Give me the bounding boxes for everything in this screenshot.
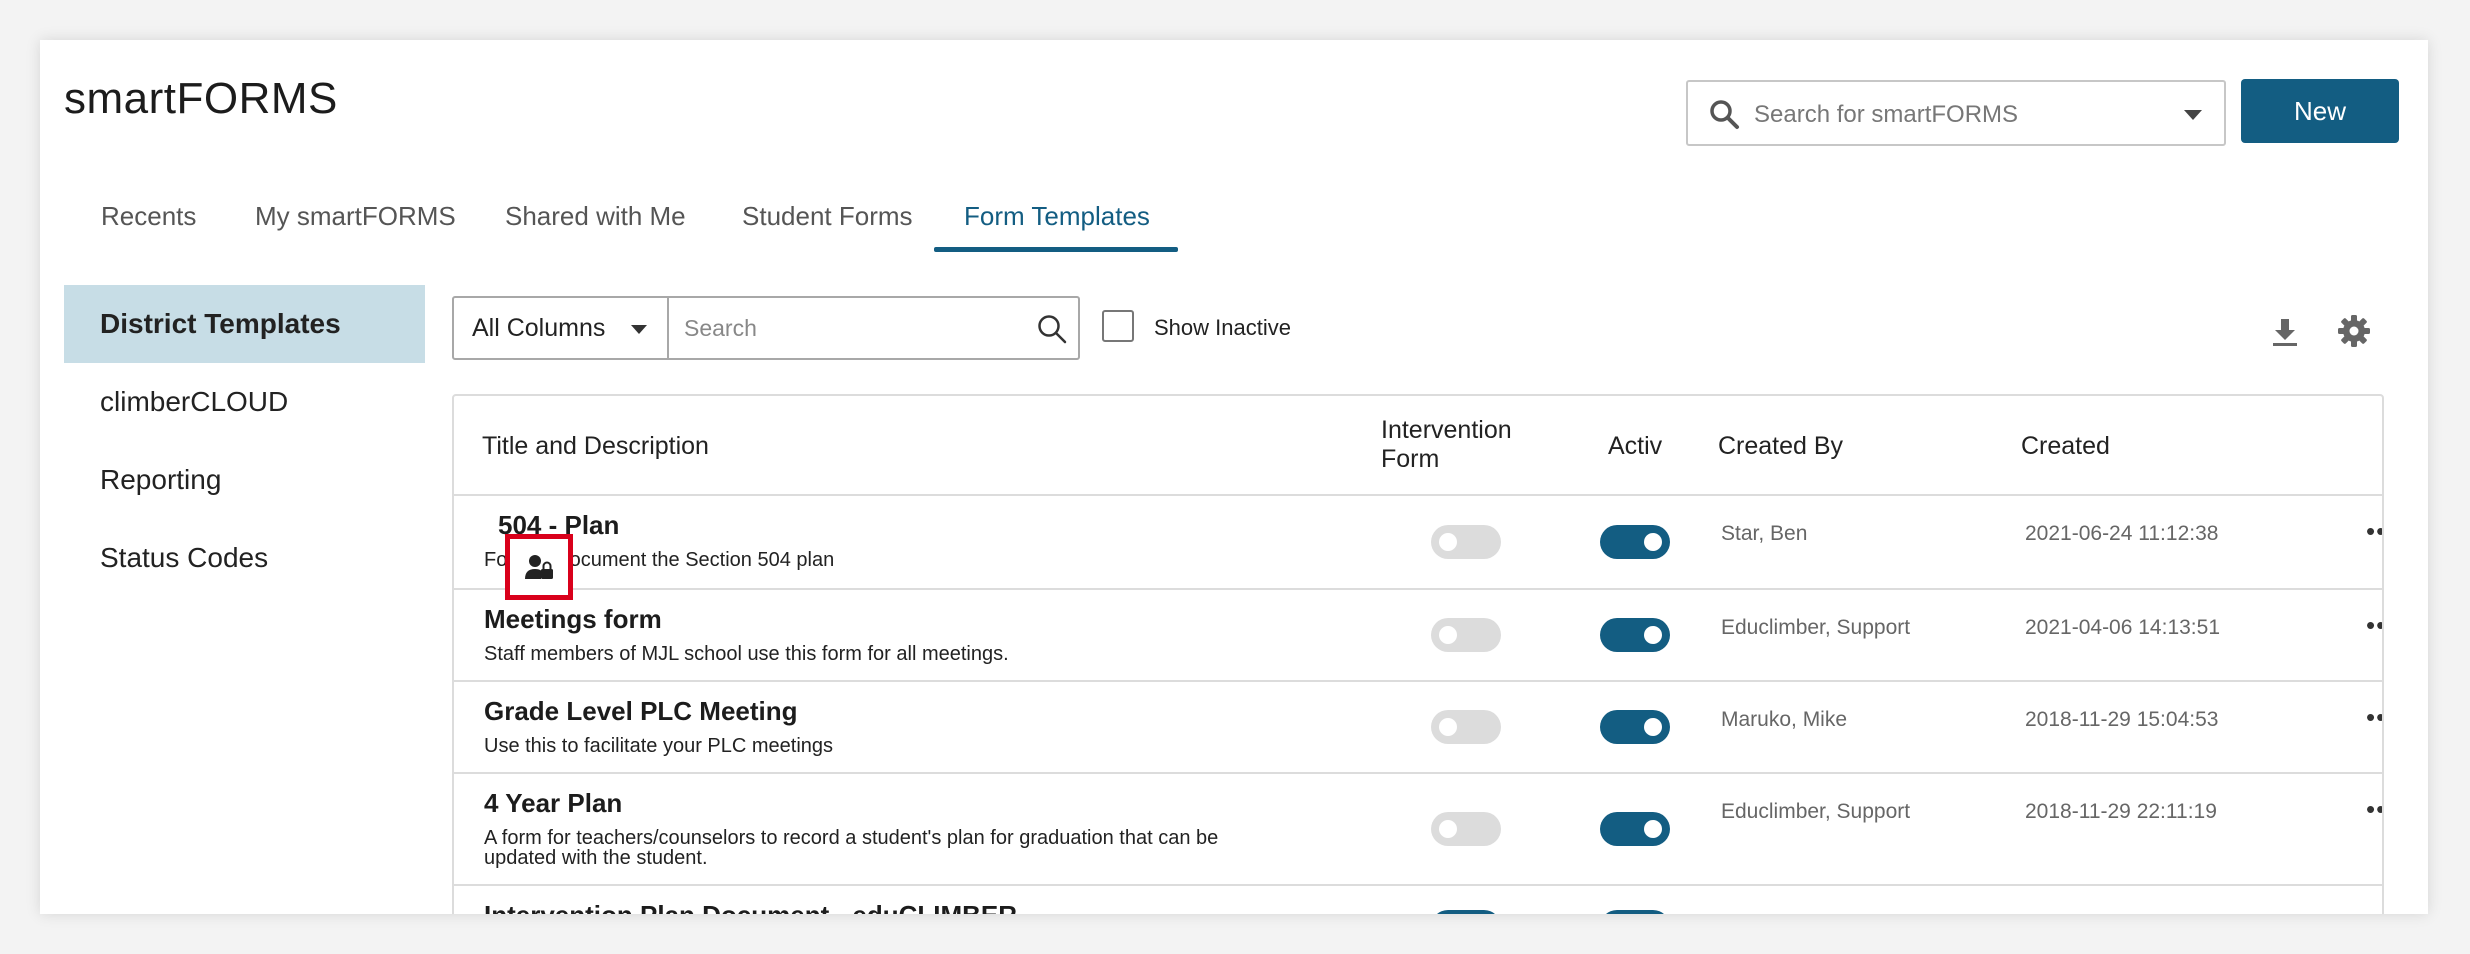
header-created-by[interactable]: Created By bbox=[1718, 432, 1843, 461]
sidebar-item-reporting[interactable]: Reporting bbox=[64, 441, 425, 519]
more-options-icon[interactable]: •••. bbox=[2366, 702, 2382, 733]
header-created[interactable]: Created bbox=[2021, 432, 2110, 461]
templates-table: Title and Description Intervention Form … bbox=[452, 394, 2384, 914]
intervention-toggle[interactable] bbox=[1431, 710, 1501, 744]
search-placeholder: Search for smartFORMS bbox=[1754, 101, 2019, 128]
intervention-toggle[interactable] bbox=[1431, 618, 1501, 652]
tab-shared-with-me[interactable]: Shared with Me bbox=[505, 196, 686, 252]
tab-form-templates[interactable]: Form Templates bbox=[934, 196, 1178, 252]
sidebar-item-district-templates[interactable]: District Templates bbox=[64, 285, 425, 363]
table-row[interactable]: Meetings form Staff members of MJL schoo… bbox=[454, 590, 2382, 682]
toggle-knob bbox=[1644, 718, 1662, 736]
table-row[interactable]: Grade Level PLC Meeting Use this to faci… bbox=[454, 682, 2382, 774]
row-title[interactable]: 4 Year Plan bbox=[484, 788, 622, 819]
toggle-knob bbox=[1439, 533, 1457, 551]
active-toggle[interactable] bbox=[1600, 618, 1670, 652]
tab-form-templates-label: Form Templates bbox=[964, 201, 1150, 231]
more-options-icon[interactable]: •••. bbox=[2366, 610, 2382, 641]
header-intervention-line2: Form bbox=[1381, 445, 1440, 473]
toggle-knob bbox=[1644, 626, 1662, 644]
sidebar-item-climbercloud[interactable]: climberCLOUD bbox=[64, 363, 425, 441]
toggle-knob bbox=[1644, 820, 1662, 838]
highlight-annotation bbox=[505, 534, 573, 600]
header-active[interactable]: Activ bbox=[1608, 432, 1662, 461]
header-title-description[interactable]: Title and Description bbox=[482, 432, 709, 461]
more-options-icon[interactable]: •••. bbox=[2366, 794, 2382, 825]
table-header: Title and Description Intervention Form … bbox=[454, 396, 2382, 496]
table-row[interactable]: 504 - Plan Form to document the Section … bbox=[454, 496, 2382, 590]
header-intervention-line1: Intervention bbox=[1381, 416, 1512, 444]
row-created-date: 2018-11-29 22:11:19 bbox=[2025, 800, 2217, 823]
row-created-by: Maruko, Mike bbox=[1721, 708, 1848, 731]
row-title[interactable]: Intervention Plan Document - eduCLIMBER bbox=[484, 900, 1017, 914]
toggle-knob bbox=[1439, 626, 1457, 644]
app-title: smartFORMS bbox=[64, 74, 338, 123]
header-intervention-form[interactable]: Intervention Form bbox=[1381, 416, 1512, 474]
search-input[interactable]: Search for smartFORMS bbox=[1686, 80, 2226, 146]
intervention-toggle[interactable] bbox=[1431, 812, 1501, 846]
row-created-by: Star, Ben bbox=[1721, 522, 1808, 545]
active-toggle[interactable] bbox=[1600, 710, 1670, 744]
active-tab-indicator bbox=[934, 247, 1178, 252]
intervention-toggle[interactable] bbox=[1431, 525, 1501, 559]
table-filter: All Columns Search bbox=[452, 296, 1080, 360]
active-toggle[interactable] bbox=[1600, 812, 1670, 846]
show-inactive-checkbox[interactable] bbox=[1102, 310, 1134, 342]
download-icon[interactable] bbox=[2270, 316, 2300, 348]
table-row[interactable]: Intervention Plan Document - eduCLIMBER bbox=[454, 886, 2382, 914]
search-icon bbox=[1710, 100, 1739, 129]
row-title[interactable]: Grade Level PLC Meeting bbox=[484, 696, 798, 727]
app-window: smartFORMS Search for smartFORMS New Rec… bbox=[40, 40, 2428, 914]
gear-icon[interactable] bbox=[2337, 314, 2371, 348]
more-options-icon[interactable]: •••. bbox=[2366, 516, 2382, 547]
tab-my-smartforms[interactable]: My smartFORMS bbox=[255, 196, 456, 252]
sidebar: District Templates climberCLOUD Reportin… bbox=[64, 285, 425, 597]
toggle-knob bbox=[1439, 718, 1457, 736]
table-row[interactable]: 4 Year Plan A form for teachers/counselo… bbox=[454, 774, 2382, 886]
intervention-toggle[interactable] bbox=[1431, 910, 1501, 914]
active-toggle[interactable] bbox=[1600, 910, 1670, 914]
sidebar-item-status-codes[interactable]: Status Codes bbox=[64, 519, 425, 597]
row-description: Staff members of MJL school use this for… bbox=[484, 643, 1009, 665]
row-created-by: Educlimber, Support bbox=[1721, 616, 1911, 639]
chevron-down-icon[interactable] bbox=[2184, 110, 2202, 120]
tab-recents[interactable]: Recents bbox=[101, 196, 196, 252]
toggle-knob bbox=[1644, 533, 1662, 551]
show-inactive-label: Show Inactive bbox=[1154, 315, 1291, 340]
active-toggle[interactable] bbox=[1600, 525, 1670, 559]
row-description: Use this to facilitate your PLC meetings bbox=[484, 735, 834, 757]
toggle-knob bbox=[1439, 820, 1457, 838]
column-select-value: All Columns bbox=[472, 314, 606, 342]
row-description: Form to document the Section 504 plan bbox=[484, 549, 835, 571]
row-created-date: 2021-04-06 14:13:51 bbox=[2025, 616, 2220, 639]
tab-student-forms[interactable]: Student Forms bbox=[742, 196, 913, 252]
row-created-by: Educlimber, Support bbox=[1721, 800, 1911, 823]
row-title[interactable]: Meetings form bbox=[484, 604, 662, 635]
new-button[interactable]: New bbox=[2241, 79, 2399, 143]
row-created-date: 2018-11-29 15:04:53 bbox=[2025, 708, 2219, 731]
row-created-date: 2021-06-24 11:12:38 bbox=[2025, 522, 2219, 545]
search-icon[interactable] bbox=[1036, 313, 1068, 345]
column-select[interactable]: All Columns bbox=[454, 298, 669, 358]
table-search-input[interactable]: Search bbox=[684, 315, 757, 342]
tab-bar: Recents My smartFORMS Shared with Me Stu… bbox=[40, 196, 1240, 256]
user-lock-icon[interactable] bbox=[525, 553, 555, 583]
row-description: A form for teachers/counselors to record… bbox=[484, 827, 1219, 869]
chevron-down-icon bbox=[631, 325, 647, 334]
